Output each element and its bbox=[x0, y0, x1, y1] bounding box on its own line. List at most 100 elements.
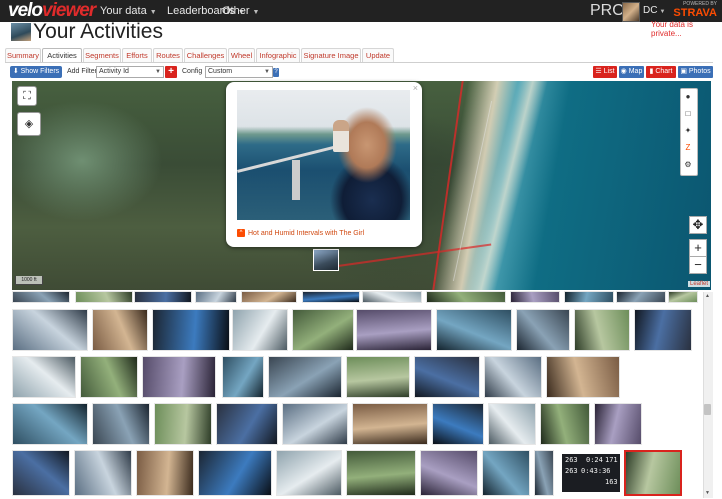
photo-thumbnail[interactable] bbox=[564, 291, 614, 303]
photo-thumbnail[interactable] bbox=[540, 403, 590, 445]
tab-infographic[interactable]: Infographic bbox=[256, 48, 300, 63]
popup-photo[interactable] bbox=[237, 90, 410, 220]
photo-thumbnail[interactable] bbox=[282, 403, 348, 445]
photo-marker[interactable] bbox=[313, 249, 339, 271]
photo-thumbnail[interactable] bbox=[12, 450, 70, 496]
chart-view-label: Chart bbox=[655, 68, 673, 75]
pin-icon[interactable]: ✦ bbox=[681, 123, 695, 138]
photo-thumbnail[interactable] bbox=[232, 309, 288, 351]
photo-thumbnail[interactable] bbox=[488, 403, 536, 445]
tab-efforts[interactable]: Efforts bbox=[122, 48, 152, 63]
tab-wheel[interactable]: Wheel bbox=[228, 48, 255, 63]
tab-signature-image[interactable]: Signature Image bbox=[301, 48, 361, 63]
photo-thumbnail[interactable] bbox=[546, 356, 620, 398]
photo-thumbnail[interactable] bbox=[92, 309, 148, 351]
zoom-out-icon[interactable]: − bbox=[689, 256, 707, 274]
layers-icon[interactable]: ◈ bbox=[17, 112, 41, 136]
photo-thumbnail[interactable] bbox=[276, 450, 342, 496]
timer-value: 0:43:36 bbox=[581, 467, 611, 475]
config-select[interactable]: Custom ▼ bbox=[205, 66, 273, 78]
privacy-notice[interactable]: Your data is private... bbox=[651, 20, 722, 38]
photo-thumbnail[interactable] bbox=[12, 403, 88, 445]
add-filter-select[interactable]: Activity Id ▼ bbox=[96, 66, 164, 78]
map-attribution[interactable]: Leaflet bbox=[688, 281, 711, 287]
photo-thumbnail[interactable] bbox=[510, 291, 560, 303]
photo-popup: × ^ Hot and Humid Intervals with The Girl bbox=[226, 82, 422, 247]
user-menu[interactable]: DC ▼ bbox=[643, 0, 665, 22]
gallery-scrollbar[interactable] bbox=[703, 292, 713, 498]
list-view-button[interactable]: ☰ List bbox=[593, 66, 617, 78]
photo-thumbnail[interactable] bbox=[12, 356, 76, 398]
photo-thumbnail[interactable] bbox=[346, 356, 410, 398]
photo-thumbnail[interactable] bbox=[152, 309, 230, 351]
tab-update[interactable]: Update bbox=[362, 48, 394, 63]
photo-thumbnail[interactable] bbox=[198, 450, 272, 496]
camera-icon[interactable]: ● bbox=[681, 89, 695, 104]
photo-thumbnail[interactable] bbox=[534, 450, 554, 496]
photo-thumbnail[interactable] bbox=[352, 403, 428, 445]
locate-icon[interactable]: ✥ bbox=[689, 216, 707, 234]
photo-thumbnail[interactable] bbox=[482, 450, 530, 496]
photo-thumbnail[interactable] bbox=[634, 309, 692, 351]
user-avatar[interactable] bbox=[622, 2, 640, 22]
photo-thumbnail[interactable] bbox=[616, 291, 666, 303]
scroll-up-icon[interactable]: ▲ bbox=[704, 293, 711, 300]
tab-segments[interactable]: Segments bbox=[83, 48, 121, 63]
tab-challenges[interactable]: Challenges bbox=[184, 48, 227, 63]
photo-thumbnail[interactable] bbox=[516, 309, 570, 351]
photo-thumbnail[interactable] bbox=[292, 309, 354, 351]
photo-thumbnail[interactable] bbox=[75, 291, 133, 303]
photo-thumbnail[interactable] bbox=[12, 291, 70, 303]
photo-thumbnail[interactable] bbox=[136, 450, 194, 496]
photo-thumbnail[interactable] bbox=[12, 309, 88, 351]
photo-thumbnail[interactable] bbox=[346, 450, 416, 496]
photo-thumbnail[interactable] bbox=[80, 356, 138, 398]
photo-thumbnail[interactable] bbox=[436, 309, 512, 351]
photos-view-button[interactable]: ▣ Photos bbox=[678, 66, 713, 78]
fullscreen-icon[interactable]: ⛶ bbox=[17, 86, 37, 106]
help-icon[interactable]: ? bbox=[273, 68, 279, 77]
photo-thumbnail[interactable] bbox=[484, 356, 542, 398]
map-view-button[interactable]: ◉ Map bbox=[619, 66, 644, 78]
photo-thumbnail[interactable] bbox=[426, 291, 506, 303]
photo-thumbnail[interactable] bbox=[222, 356, 264, 398]
photo-thumbnail[interactable] bbox=[241, 291, 297, 303]
photo-thumbnail[interactable] bbox=[432, 403, 484, 445]
photo-thumbnail[interactable] bbox=[594, 403, 642, 445]
tab-routes[interactable]: Routes bbox=[153, 48, 183, 63]
add-filter-button[interactable]: + bbox=[165, 66, 177, 78]
photo-thumbnail[interactable] bbox=[268, 356, 342, 398]
photo-thumbnail[interactable] bbox=[356, 309, 432, 351]
photo-thumbnail[interactable] bbox=[216, 403, 278, 445]
photo-thumbnail[interactable] bbox=[574, 309, 630, 351]
tab-summary[interactable]: Summary bbox=[5, 48, 41, 63]
zoom-in-icon[interactable]: + bbox=[689, 239, 707, 257]
photo-thumbnail[interactable] bbox=[195, 291, 237, 303]
close-icon[interactable]: × bbox=[413, 83, 418, 93]
photo-thumbnail[interactable] bbox=[134, 291, 192, 303]
gallery-scroll-thumb[interactable] bbox=[704, 404, 711, 415]
scroll-down-icon[interactable]: ▼ bbox=[704, 490, 711, 497]
photo-thumbnail[interactable] bbox=[92, 403, 150, 445]
photo-thumbnail[interactable] bbox=[362, 291, 422, 303]
photo-thumbnail[interactable] bbox=[302, 291, 360, 303]
pro-badge: PRO bbox=[590, 2, 625, 19]
photo-thumbnail[interactable] bbox=[414, 356, 480, 398]
square-icon[interactable]: □ bbox=[681, 106, 695, 121]
activity-link[interactable]: ^ Hot and Humid Intervals with The Girl bbox=[237, 229, 364, 239]
strava-icon[interactable]: Z bbox=[681, 140, 695, 155]
photo-thumbnail[interactable] bbox=[142, 356, 216, 398]
photo-thumbnail[interactable] bbox=[154, 403, 212, 445]
photo-thumbnail[interactable] bbox=[668, 291, 698, 303]
nav-your-data[interactable]: Your data ▼ bbox=[100, 0, 157, 22]
photo-thumbnail[interactable] bbox=[74, 450, 132, 496]
nav-other[interactable]: Other ▼ bbox=[222, 0, 259, 22]
powered-by-strava[interactable]: POWERED BY STRAVA bbox=[673, 1, 717, 19]
photo-thumbnail[interactable] bbox=[420, 450, 478, 496]
settings-icon[interactable]: ⚙ bbox=[681, 157, 695, 172]
veloviewer-logo[interactable]: veloviewer bbox=[8, 1, 96, 21]
tab-activities[interactable]: Activities bbox=[42, 48, 82, 63]
photo-thumbnail[interactable] bbox=[624, 450, 682, 496]
chart-view-button[interactable]: ▮ Chart bbox=[646, 66, 676, 78]
show-filters-button[interactable]: ⬇ Show Filters bbox=[10, 66, 62, 78]
